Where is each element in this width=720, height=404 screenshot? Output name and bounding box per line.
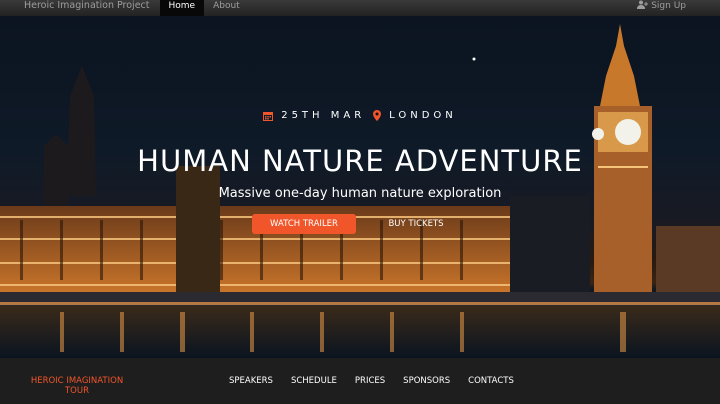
footer-brand[interactable]: HEROIC IMAGINATION TOUR bbox=[22, 376, 132, 396]
event-meta: 25TH MAR LONDON bbox=[0, 110, 720, 121]
hero-buttons: WATCH TRAILER BUY TICKETS bbox=[0, 214, 720, 234]
event-date: 25TH MAR bbox=[281, 110, 366, 121]
footer-link-sponsors[interactable]: SPONSORS bbox=[403, 376, 450, 386]
footer-link-schedule[interactable]: SCHEDULE bbox=[291, 376, 337, 386]
footer-link-speakers[interactable]: SPEAKERS bbox=[229, 376, 273, 386]
watch-trailer-button[interactable]: WATCH TRAILER bbox=[252, 214, 356, 234]
calendar-icon bbox=[263, 111, 274, 121]
nav-home[interactable]: Home bbox=[159, 0, 205, 16]
hero-title: HUMAN NATURE ADVENTURE bbox=[137, 144, 583, 178]
sign-up-link[interactable]: Sign Up bbox=[637, 0, 720, 16]
hero-content: 25TH MAR LONDON HUMAN NATURE ADVENTURE M… bbox=[0, 16, 720, 358]
footer-link-contacts[interactable]: CONTACTS bbox=[468, 376, 514, 386]
footer-link-prices[interactable]: PRICES bbox=[355, 376, 385, 386]
user-plus-icon bbox=[637, 0, 649, 9]
footer-links: SPEAKERS SCHEDULE PRICES SPONSORS CONTAC… bbox=[229, 376, 514, 386]
hero-subtitle: Massive one-day human nature exploration bbox=[218, 186, 502, 201]
footer-navbar: HEROIC IMAGINATION TOUR SPEAKERS SCHEDUL… bbox=[0, 358, 720, 404]
nav-about[interactable]: About bbox=[204, 0, 249, 16]
top-navbar: Heroic Imagination Project Home About Si… bbox=[0, 0, 720, 16]
map-marker-icon bbox=[373, 110, 382, 121]
buy-tickets-button[interactable]: BUY TICKETS bbox=[364, 214, 468, 234]
navbar-brand[interactable]: Heroic Imagination Project bbox=[0, 0, 160, 16]
sign-up-label: Sign Up bbox=[651, 1, 686, 11]
event-location: LONDON bbox=[389, 110, 457, 121]
hero-section: 25TH MAR LONDON HUMAN NATURE ADVENTURE M… bbox=[0, 16, 720, 358]
